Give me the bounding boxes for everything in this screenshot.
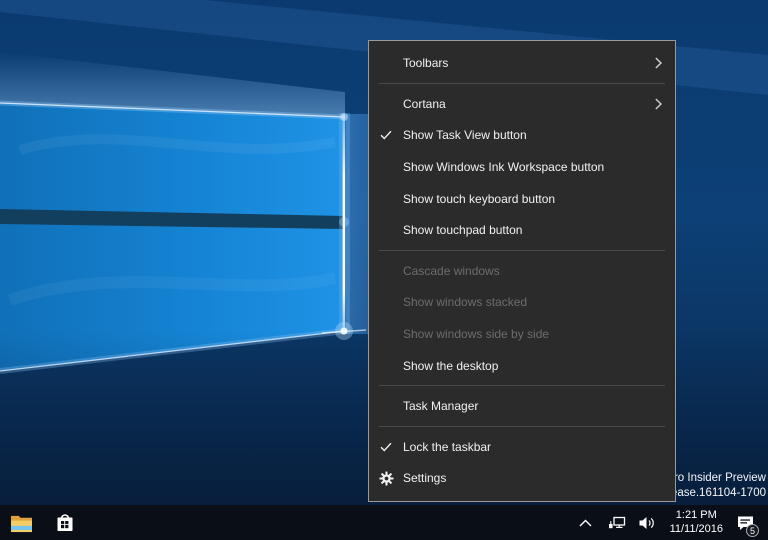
menu-item-show-windows-stacked: Show windows stacked: [369, 287, 675, 319]
menu-separator: [379, 250, 665, 252]
menu-separator: [379, 385, 665, 387]
network-icon: [608, 516, 625, 528]
submenu-arrow-icon: [655, 98, 662, 110]
menu-item-label: Show Task View button: [403, 128, 527, 143]
menu-item-label: Cascade windows: [403, 263, 500, 278]
submenu-arrow-icon: [655, 57, 662, 69]
hidden-icons-chevron-icon: [579, 519, 592, 526]
volume-icon: [639, 516, 654, 529]
hidden-icons-chevron-button[interactable]: [575, 505, 597, 540]
menu-separator: [379, 426, 665, 428]
file-explorer-button[interactable]: [6, 505, 36, 540]
taskbar-context-menu: Toolbars Cortana Show Task View button S…: [368, 40, 676, 502]
store-icon: [57, 513, 73, 531]
taskbar-pinned-apps: [0, 505, 80, 540]
menu-item-show-windows-side-by-side: Show windows side by side: [369, 318, 675, 350]
menu-item-task-manager[interactable]: Task Manager: [369, 390, 675, 422]
volume-button[interactable]: [637, 505, 659, 540]
build-watermark: ro Insider Preview ease.161104-1700: [671, 471, 766, 500]
watermark-line2: ease.161104-1700: [670, 486, 766, 499]
clock-date: 11/11/2016: [669, 522, 723, 535]
menu-item-label: Show the desktop: [403, 358, 499, 373]
gear-icon: [369, 471, 403, 486]
network-button[interactable]: [606, 505, 628, 540]
menu-item-label: Toolbars: [403, 56, 449, 71]
menu-item-label: Show windows stacked: [403, 295, 528, 310]
checkmark-icon: [369, 442, 403, 452]
menu-item-show-windows-ink-workspace-button[interactable]: Show Windows Ink Workspace button: [369, 151, 675, 183]
notification-badge: 5: [746, 524, 759, 537]
menu-item-lock-the-taskbar[interactable]: Lock the taskbar: [369, 431, 675, 463]
menu-separator: [379, 83, 665, 85]
menu-item-cascade-windows: Cascade windows: [369, 255, 675, 287]
menu-item-label: Show windows side by side: [403, 327, 550, 342]
store-button[interactable]: [50, 505, 80, 540]
menu-item-label: Lock the taskbar: [403, 439, 492, 454]
menu-item-label: Cortana: [403, 96, 446, 111]
menu-item-show-the-desktop[interactable]: Show the desktop: [369, 350, 675, 382]
clock-time: 1:21 PM: [675, 509, 717, 521]
file-explorer-icon: [10, 515, 32, 532]
taskbar: 1:21 PM 11/11/2016 5: [0, 505, 768, 540]
menu-item-cortana[interactable]: Cortana: [369, 88, 675, 120]
menu-item-show-touchpad-button[interactable]: Show touchpad button: [369, 214, 675, 246]
menu-item-label: Task Manager: [403, 399, 479, 414]
menu-item-label: Show Windows Ink Workspace button: [403, 160, 605, 175]
menu-item-show-task-view-button[interactable]: Show Task View button: [369, 120, 675, 152]
menu-item-label: Show touch keyboard button: [403, 191, 556, 206]
clock[interactable]: 1:21 PM 11/11/2016: [670, 509, 723, 536]
action-center-button[interactable]: 5: [734, 505, 759, 540]
menu-item-toolbars[interactable]: Toolbars: [369, 48, 675, 80]
menu-item-label: Show touchpad button: [403, 223, 523, 238]
menu-item-settings[interactable]: Settings: [369, 463, 675, 495]
system-tray: 1:21 PM 11/11/2016 5: [575, 505, 768, 540]
menu-item-show-touch-keyboard-button[interactable]: Show touch keyboard button: [369, 183, 675, 215]
checkmark-icon: [369, 130, 403, 140]
menu-item-label: Settings: [403, 471, 447, 486]
watermark-line1: ro Insider Preview: [673, 472, 766, 484]
